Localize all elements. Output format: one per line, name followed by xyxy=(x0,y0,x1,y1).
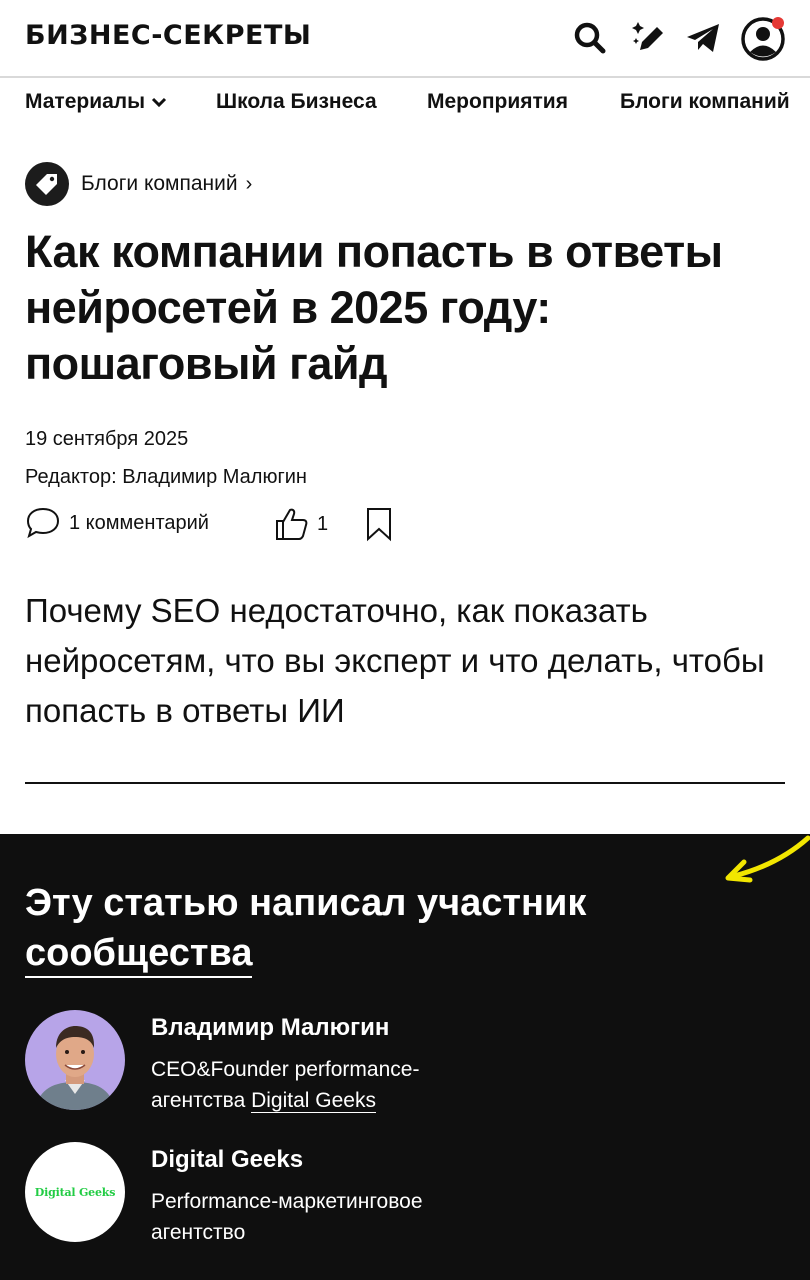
article-date: 19 сентября 2025 xyxy=(25,428,189,450)
author-desc-line1: CEO&Founder performance- xyxy=(151,1058,420,1081)
main-nav: Материалы Школа Бизнеса Мероприятия Блог… xyxy=(0,78,810,126)
author-desc-prefix: агентства xyxy=(151,1089,252,1112)
company-logo-text: Digital Geeks xyxy=(34,1185,116,1199)
comments-count: 1 комментарий xyxy=(69,511,209,534)
top-bar: БИЗНЕС-СЕКРЕТЫ xyxy=(0,0,810,78)
search-icon[interactable] xyxy=(570,18,610,58)
nav-item-label: Блоги компаний xyxy=(620,90,790,113)
company-description: Performance-маркетинговое агентство xyxy=(151,1186,511,1248)
author-card[interactable]: Владимир Малюгин CEO&Founder performance… xyxy=(25,1010,785,1120)
author-name: Владимир Малюгин xyxy=(151,1014,390,1041)
company-desc-line1: Performance-маркетинговое xyxy=(151,1190,423,1213)
nav-item-materials[interactable]: Материалы xyxy=(25,90,167,114)
nav-item-business-school[interactable]: Школа Бизнеса xyxy=(216,90,377,114)
nav-item-events[interactable]: Мероприятия xyxy=(427,90,568,114)
bookmark-button[interactable] xyxy=(365,506,393,542)
nav-item-company-blogs[interactable]: Блоги компаний xyxy=(620,90,790,114)
company-link[interactable]: Digital Geeks xyxy=(251,1089,376,1113)
company-name: Digital Geeks xyxy=(151,1146,304,1173)
company-card[interactable]: Digital Geeks Digital Geeks Performance-… xyxy=(25,1142,785,1252)
company-desc-line2: агентство xyxy=(151,1221,246,1244)
author-section-title-line1: Эту статью написал участник xyxy=(25,882,587,924)
nav-item-label: Школа Бизнеса xyxy=(216,90,377,113)
comment-icon xyxy=(26,507,60,539)
breadcrumb-label: Блоги компаний xyxy=(81,172,238,195)
thumbs-up-icon xyxy=(276,508,308,540)
author-section: Эту статью написал участник сообщества В… xyxy=(0,834,810,1280)
like-button[interactable]: 1 xyxy=(273,506,328,542)
likes-count: 1 xyxy=(317,512,329,535)
tag-icon xyxy=(25,162,69,206)
avatar xyxy=(25,1010,125,1110)
author-section-title: Эту статью написал участник сообщества xyxy=(25,878,745,978)
community-link[interactable]: сообщества xyxy=(25,932,253,978)
author-description: CEO&Founder performance- агентства Digit… xyxy=(151,1054,511,1116)
chevron-down-icon xyxy=(152,97,167,108)
site-logo[interactable]: БИЗНЕС-СЕКРЕТЫ xyxy=(25,20,311,51)
pen-sparkle-icon[interactable] xyxy=(630,18,670,58)
article-lead: Почему SEO недостаточно, как показать не… xyxy=(25,592,765,729)
bookmark-icon xyxy=(367,508,391,542)
company-logo: Digital Geeks xyxy=(25,1142,125,1242)
divider xyxy=(25,782,785,784)
nav-item-label: Материалы xyxy=(25,90,146,113)
profile-icon[interactable] xyxy=(740,15,786,61)
article-actions: 1 комментарий 1 xyxy=(25,506,425,546)
comments-button[interactable]: 1 комментарий xyxy=(25,506,209,540)
breadcrumb[interactable]: Блоги компаний › xyxy=(25,162,252,206)
chevron-right-icon: › xyxy=(245,172,253,195)
article-editor: Редактор: Владимир Малюгин xyxy=(25,466,307,488)
article-title: Как компании попасть в ответы нейросетей… xyxy=(25,226,723,389)
telegram-icon[interactable] xyxy=(683,18,723,58)
notification-dot xyxy=(772,17,784,29)
nav-item-label: Мероприятия xyxy=(427,90,568,113)
